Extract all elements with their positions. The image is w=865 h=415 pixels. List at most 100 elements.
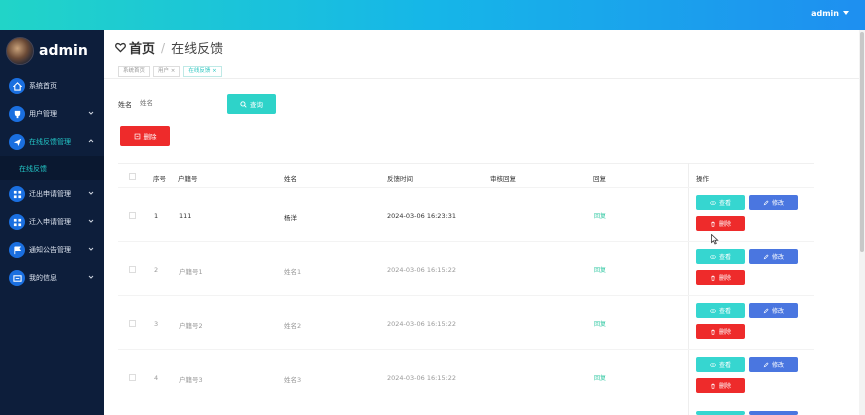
cell-time: 2024-03-06 16:15:22 [387, 266, 457, 274]
edit-button[interactable]: 修改 [749, 303, 798, 318]
edit-label: 修改 [771, 200, 784, 207]
select-all-checkbox[interactable] [129, 173, 136, 180]
header-huji: 户籍号 [178, 175, 198, 183]
row-checkbox[interactable] [129, 320, 136, 327]
view-button[interactable]: 查看 [696, 357, 745, 372]
cell-name: 姓名2 [284, 322, 302, 330]
edit-button[interactable]: 修改 [749, 249, 798, 264]
row-divider [118, 241, 814, 242]
sidebar-item-feedback[interactable]: 在线反馈管理 [0, 128, 104, 156]
sidebar-item-label: 我的信息 [29, 274, 57, 282]
delete-button[interactable]: 删除 [696, 216, 745, 231]
mouse-cursor-icon [711, 234, 719, 245]
cell-name: 杨洋 [284, 214, 297, 222]
search-button-label: 查询 [250, 101, 263, 109]
sidebar-subitem-feedback[interactable]: 在线反馈 [0, 156, 104, 180]
breadcrumb-home[interactable]: 首页 [129, 38, 155, 57]
table-column-divider [688, 163, 689, 415]
brand: admin [6, 35, 88, 67]
cell-index: 2 [154, 266, 159, 274]
cell-huji: 户籍号1 [179, 268, 203, 276]
divider [104, 78, 863, 79]
delete-label: 删除 [718, 383, 731, 390]
top-bar: admin [0, 0, 865, 30]
edit-icon [763, 361, 769, 367]
chevron-down-icon [88, 191, 94, 195]
edit-icon [763, 307, 769, 313]
cell-huji: 111 [179, 212, 192, 220]
reply-link[interactable]: 回复 [594, 211, 606, 220]
sidebar-item-label: 系统首页 [29, 82, 57, 90]
sidebar-item-label: 通知公告管理 [29, 246, 71, 254]
sidebar-item-users[interactable]: 用户管理 [0, 100, 104, 128]
header-time: 反馈时间 [387, 175, 413, 183]
edit-label: 修改 [771, 362, 784, 369]
eye-icon [710, 362, 716, 367]
sidebar-item-moveout[interactable]: 迁出申请管理 [0, 180, 104, 208]
tab-feedback[interactable]: 在线反馈 × [183, 66, 222, 77]
eye-icon [710, 200, 716, 205]
trash-icon [711, 383, 715, 389]
chevron-down-icon [88, 275, 94, 279]
sidebar: admin 系统首页 用户管理 在线反馈管理 在线反馈 迁出申请管理 迁入申请管… [0, 30, 104, 415]
reply-link[interactable]: 回复 [594, 319, 606, 328]
view-button[interactable] [696, 411, 745, 415]
search-icon [240, 100, 247, 108]
tab-users[interactable]: 用户 × [153, 66, 181, 77]
grid-icon [9, 214, 25, 230]
header-reply: 回复 [593, 175, 606, 183]
edit-label: 修改 [771, 308, 784, 315]
trash-icon [711, 275, 715, 281]
edit-button[interactable]: 修改 [749, 357, 798, 372]
sidebar-item-home[interactable]: 系统首页 [0, 72, 104, 100]
view-label: 查看 [718, 362, 731, 369]
search-input[interactable] [140, 95, 220, 111]
delete-button[interactable]: 删除 [696, 270, 745, 285]
reply-link[interactable]: 回复 [594, 265, 606, 274]
tab-home[interactable]: 系统首页 [118, 66, 151, 77]
edit-button[interactable]: 修改 [749, 195, 798, 210]
table-top-border [118, 163, 814, 164]
sidebar-item-notice[interactable]: 通知公告管理 [0, 236, 104, 264]
sidebar-item-label: 在线反馈管理 [29, 138, 71, 146]
cell-index: 1 [154, 212, 159, 220]
heart-icon [115, 42, 126, 53]
user-name: admin [811, 9, 839, 18]
row-checkbox[interactable] [129, 266, 136, 273]
delete-button[interactable]: 删除 [696, 378, 745, 393]
batch-delete-label: 删除 [143, 133, 157, 141]
trash-icon [711, 329, 715, 335]
sidebar-item-profile[interactable]: 我的信息 [0, 264, 104, 292]
batch-delete-button[interactable]: 删除 [120, 126, 170, 146]
delete-label: 删除 [718, 329, 731, 336]
chevron-up-icon [88, 139, 94, 143]
view-label: 查看 [718, 308, 731, 315]
reply-link[interactable]: 回复 [594, 373, 606, 382]
card-icon [9, 270, 25, 286]
row-divider [118, 349, 814, 350]
delete-label: 删除 [718, 275, 731, 282]
scrollbar[interactable] [859, 30, 865, 415]
breadcrumb: 首页 / 在线反馈 [115, 38, 223, 57]
view-button[interactable]: 查看 [696, 249, 745, 264]
caret-down-icon [843, 11, 849, 15]
cell-huji: 户籍号3 [179, 376, 203, 384]
page-title: 在线反馈 [171, 42, 224, 57]
flag-icon [9, 242, 25, 258]
cell-time: 2024-03-06 16:15:22 [387, 374, 457, 382]
search-button[interactable]: 查询 [227, 94, 276, 114]
row-checkbox[interactable] [129, 374, 136, 381]
sidebar-item-movein[interactable]: 迁入申请管理 [0, 208, 104, 236]
avatar [6, 37, 34, 65]
row-divider [118, 295, 814, 296]
view-button[interactable]: 查看 [696, 303, 745, 318]
trash-icon [711, 221, 715, 227]
delete-icon [134, 133, 140, 139]
scrollbar-thumb[interactable] [860, 32, 864, 252]
edit-button[interactable] [749, 411, 798, 415]
view-button[interactable]: 查看 [696, 195, 745, 210]
delete-button[interactable]: 删除 [696, 324, 745, 339]
view-label: 查看 [718, 254, 731, 261]
user-menu[interactable]: admin [811, 9, 849, 18]
row-checkbox[interactable] [129, 212, 136, 219]
